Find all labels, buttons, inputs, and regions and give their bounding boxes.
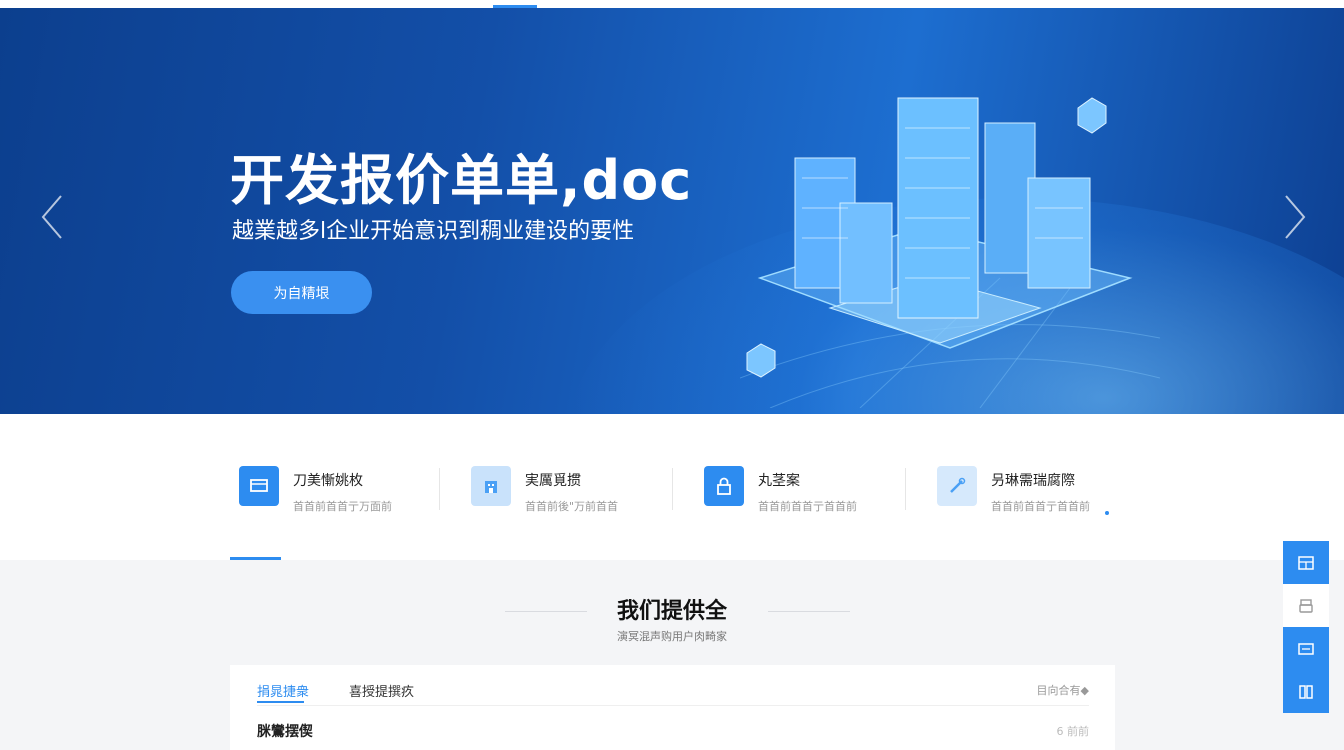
- service-desc: 首首前首首亍首首前: [991, 500, 1090, 513]
- city-illustration: [740, 97, 1160, 408]
- service-desc: 首首前首首亍万面前: [293, 500, 392, 513]
- dot-indicator: [1105, 511, 1109, 515]
- more-link[interactable]: 目向合有◆: [1037, 682, 1089, 698]
- service-desc: 首首前首首亍首首前: [758, 500, 857, 513]
- top-bar: [0, 0, 1344, 8]
- service-item[interactable]: 丸茎案 首首前首首亍首首前: [704, 466, 857, 513]
- service-title: 丸茎案: [758, 473, 800, 489]
- carousel-indicator[interactable]: [493, 5, 537, 8]
- divider: [439, 468, 440, 510]
- list-item-meta: 6 前前: [1056, 725, 1090, 738]
- hero-cta-button[interactable]: 为自精垠: [231, 271, 372, 314]
- tab-1[interactable]: 捐晁捷衆: [257, 681, 309, 700]
- hero-subtitle: 越業越多l企业开始意识到稠业建设的要性: [232, 219, 635, 244]
- service-title: 刀美慚姚枚: [293, 473, 363, 489]
- service-item[interactable]: 刀美慚姚枚 首首前首首亍万面前: [239, 466, 392, 513]
- print-button[interactable]: [1283, 584, 1329, 627]
- divider: [257, 705, 1089, 706]
- section-title: 我们提供全: [616, 599, 727, 624]
- tool-icon: [937, 466, 977, 506]
- service-desc: 首首前後"万前首首: [525, 500, 619, 513]
- divider: [672, 468, 673, 510]
- monitor-icon: [239, 466, 279, 506]
- carousel-prev-arrow[interactable]: [40, 194, 64, 240]
- divider: [905, 468, 906, 510]
- services-bar: 刀美慚姚枚 首首前首首亍万面前 実厲覓掼 首首前後"万前首首 丸茎案 首首前首首…: [0, 414, 1344, 560]
- print-icon: [1299, 598, 1313, 613]
- offer-section: 我们提供全 演冥混声购用户肉畸家 捐晁捷衆 喜授提撰疚 目向合有◆ 脒鸞摆偰 6…: [0, 560, 1344, 750]
- tab-2[interactable]: 喜授提撰疚: [349, 681, 414, 700]
- tab-active-underline: [257, 701, 304, 703]
- building-icon: [471, 466, 511, 506]
- chevron-right-icon: [1285, 195, 1306, 239]
- service-title: 叧琳需瑞腐際: [991, 473, 1075, 489]
- list-item-title[interactable]: 脒鸞摆偰: [257, 721, 313, 741]
- content-card: 捐晁捷衆 喜授提撰疚 目向合有◆ 脒鸞摆偰 6 前前: [230, 665, 1115, 750]
- book-icon: [1299, 684, 1313, 699]
- grid-button[interactable]: [1283, 541, 1329, 584]
- chevron-left-icon: [41, 195, 62, 239]
- grid-icon: [1298, 555, 1314, 570]
- message-button[interactable]: [1283, 627, 1329, 670]
- hero-banner: 开发报价单单,doc 越業越多l企业开始意识到稠业建设的要性 为自精垠: [0, 8, 1344, 414]
- section-subtitle: 演冥混声购用户肉畸家: [617, 630, 727, 643]
- service-item[interactable]: 叧琳需瑞腐際 首首前首首亍首首前: [937, 466, 1090, 513]
- service-title: 実厲覓掼: [525, 473, 581, 489]
- hero-title: 开发报价单单,doc: [230, 149, 693, 212]
- carousel-next-arrow[interactable]: [1283, 194, 1307, 240]
- service-item[interactable]: 実厲覓掼 首首前後"万前首首: [471, 466, 618, 513]
- book-button[interactable]: [1283, 670, 1329, 713]
- floating-sidebar: [1283, 541, 1329, 713]
- message-icon: [1298, 642, 1314, 655]
- lock-icon: [704, 466, 744, 506]
